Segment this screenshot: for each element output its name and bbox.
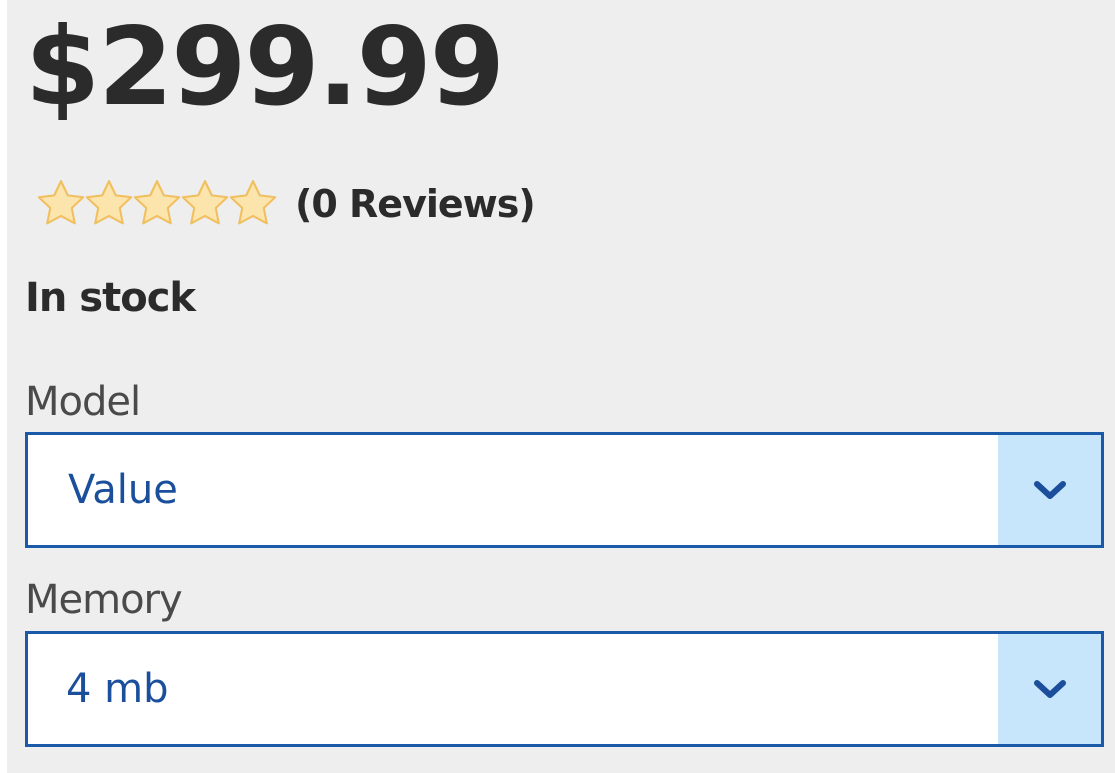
model-dropdown-toggle[interactable] [998, 435, 1101, 545]
stock-status: In stock [25, 275, 196, 321]
memory-label: Memory [25, 577, 183, 623]
model-select[interactable]: Value [25, 432, 1104, 548]
chevron-down-icon [1033, 481, 1066, 499]
model-label: Model [25, 379, 141, 425]
memory-select[interactable]: 4 mb [25, 631, 1104, 747]
memory-selected-value: 4 mb [66, 666, 169, 712]
memory-dropdown-toggle[interactable] [998, 634, 1101, 744]
product-price: $299.99 [25, 5, 505, 130]
star-icon [225, 176, 281, 232]
chevron-down-icon [1033, 680, 1066, 698]
product-rating[interactable]: (0 Reviews) [33, 172, 536, 236]
product-info-panel: $299.99 (0 Reviews) In stock Model Value [7, 0, 1115, 773]
rating-stars [33, 176, 277, 232]
reviews-count-link[interactable]: (0 Reviews) [295, 182, 536, 226]
model-selected-value: Value [68, 467, 178, 513]
